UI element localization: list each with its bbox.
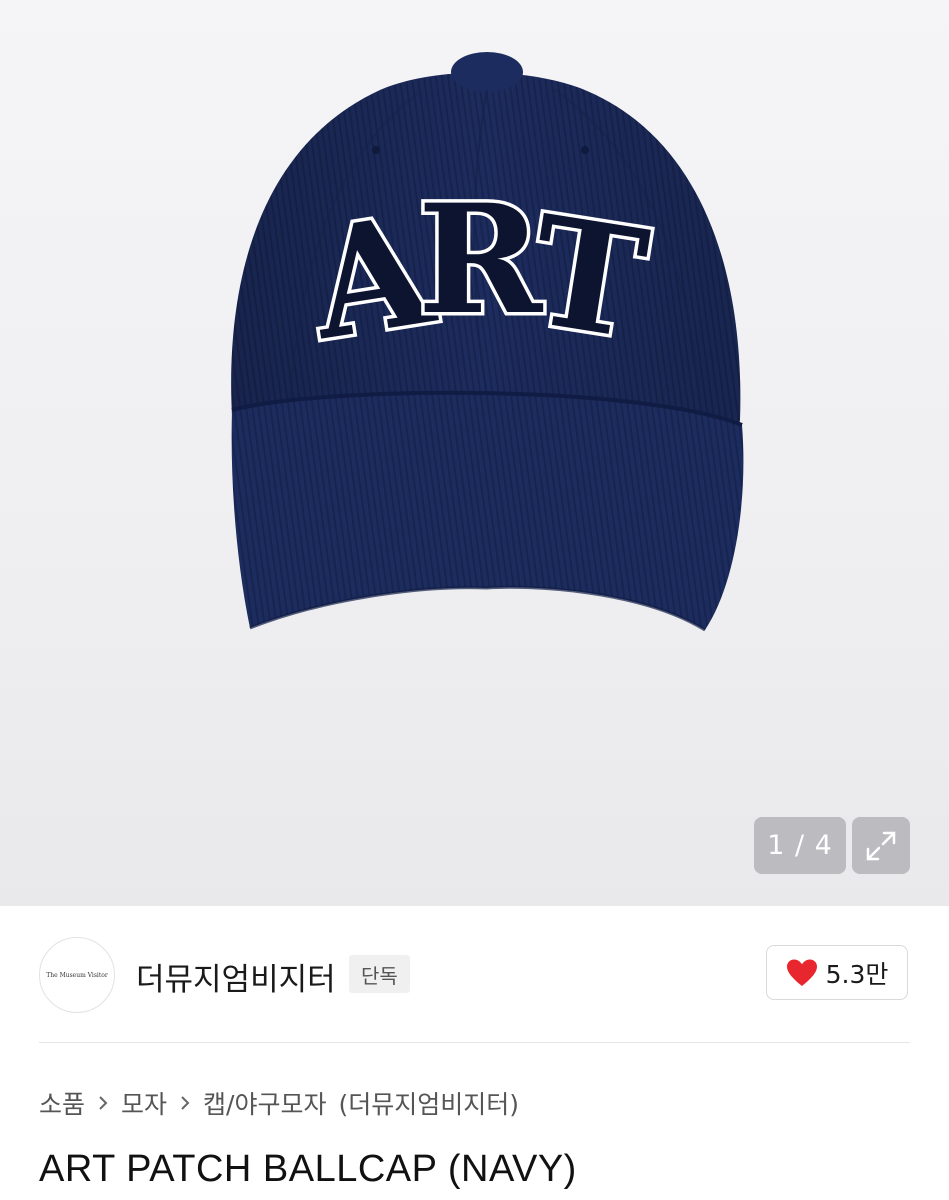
product-photo: A R T (231, 52, 744, 632)
like-count: 5.3만 (825, 959, 889, 989)
image-counter: 1 / 4 (754, 817, 846, 874)
brand-name-link[interactable]: 더뮤지엄비지터 (136, 954, 336, 999)
brand-logo-text: The Museum Visitor (46, 971, 108, 979)
chevron-right-icon (179, 1094, 191, 1112)
breadcrumb-item-accessories[interactable]: 소품 (39, 1085, 85, 1121)
heart-icon (786, 959, 817, 986)
like-button[interactable]: 5.3만 (766, 945, 908, 1000)
brand-row: The Museum Visitor 더뮤지엄비지터 단독 5.3만 (0, 906, 949, 1042)
product-title: ART PATCH BALLCAP (NAVY) (39, 1148, 577, 1190)
breadcrumb: 소품 모자 캡/야구모자 (더뮤지엄비지터) (39, 1085, 519, 1121)
chevron-right-icon (97, 1094, 109, 1112)
breadcrumb-item-hats[interactable]: 모자 (121, 1085, 167, 1121)
brand-logo[interactable]: The Museum Visitor (39, 937, 115, 1013)
breadcrumb-brand[interactable]: (더뮤지엄비지터) (338, 1085, 519, 1121)
exclusive-badge: 단독 (349, 955, 410, 993)
expand-icon (866, 831, 896, 860)
divider (39, 1042, 910, 1043)
product-image-gallery[interactable]: A R T 1 / 4 (0, 0, 949, 906)
expand-image-button[interactable] (852, 817, 910, 874)
breadcrumb-item-caps[interactable]: 캡/야구모자 (203, 1085, 326, 1121)
